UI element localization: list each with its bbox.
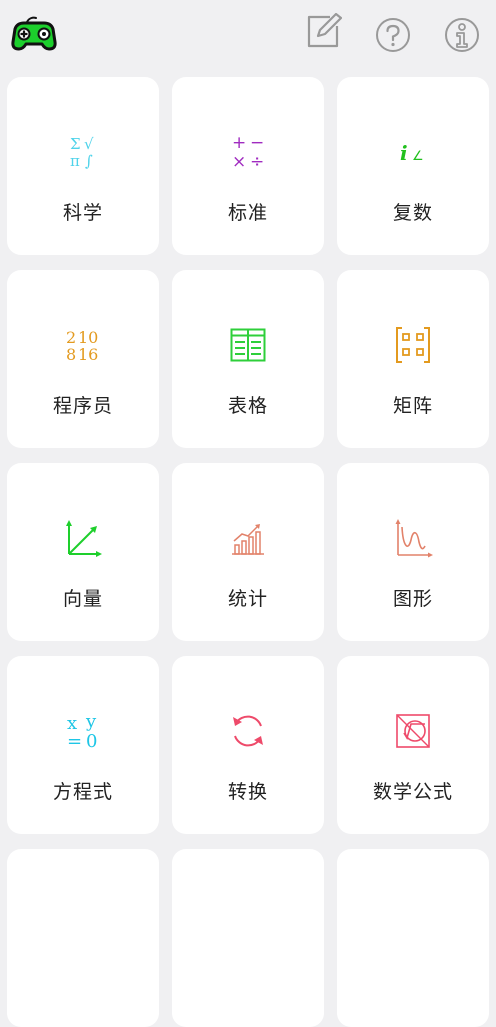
gamepad-icon[interactable] (11, 16, 57, 52)
card-label: 标准 (227, 202, 268, 224)
statistics-icon (226, 516, 270, 560)
card-graph[interactable]: 图形 (337, 463, 489, 641)
info-icon[interactable] (444, 17, 480, 53)
conversion-icon (226, 709, 270, 753)
card-label: 程序员 (52, 395, 113, 417)
card-label: 科学 (62, 202, 103, 224)
card-scientific[interactable]: Σ √ π ∫ 科学 (7, 77, 159, 255)
help-icon[interactable] (375, 17, 411, 53)
edit-icon[interactable] (306, 13, 342, 49)
svg-text:∠: ∠ (412, 149, 424, 164)
mode-grid: Σ √ π ∫ 科学 + − × ÷ 标准 i ∠ 复数 2 10 8 16 程… (7, 77, 489, 1027)
complex-number-icon: i ∠ (391, 130, 435, 174)
svg-text:×: × (232, 152, 246, 172)
card-label: 矩阵 (392, 395, 433, 417)
svg-text:=: = (67, 731, 82, 752)
graph-icon (391, 516, 435, 560)
svg-text:8: 8 (66, 345, 76, 364)
matrix-icon (391, 323, 435, 367)
equation-icon: x y = 0 (61, 709, 105, 753)
svg-text:y: y (85, 711, 97, 732)
card-label: 表格 (227, 395, 268, 417)
card-label: 数学公式 (372, 781, 453, 803)
card-equation[interactable]: x y = 0 方程式 (7, 656, 159, 834)
vector-icon (61, 516, 105, 560)
card-label: 方程式 (52, 781, 113, 803)
svg-text:+: + (232, 133, 246, 153)
card-label: 转换 (227, 781, 268, 803)
card-partial[interactable] (7, 849, 159, 1027)
svg-text:16: 16 (78, 345, 98, 364)
math-formula-icon (391, 709, 435, 753)
svg-text:÷: ÷ (250, 152, 264, 172)
card-conversion[interactable]: 转换 (172, 656, 324, 834)
programmer-icon: 2 10 8 16 (61, 323, 105, 367)
svg-text:π: π (70, 152, 80, 170)
standard-operators-icon: + − × ÷ (226, 130, 270, 174)
card-math-formula[interactable]: 数学公式 (337, 656, 489, 834)
card-label: 向量 (62, 588, 103, 610)
card-vector[interactable]: 向量 (7, 463, 159, 641)
card-partial[interactable] (172, 849, 324, 1027)
card-label: 图形 (392, 588, 433, 610)
card-table[interactable]: 表格 (172, 270, 324, 448)
card-label: 统计 (227, 588, 268, 610)
svg-text:∫: ∫ (85, 152, 93, 170)
card-label: 复数 (392, 202, 433, 224)
svg-text:−: − (250, 133, 264, 153)
svg-text:√: √ (84, 135, 94, 153)
svg-text:i: i (400, 141, 408, 165)
top-bar (0, 0, 496, 70)
table-icon (226, 323, 270, 367)
card-partial[interactable] (337, 849, 489, 1027)
svg-text:0: 0 (86, 731, 97, 752)
card-statistics[interactable]: 统计 (172, 463, 324, 641)
card-complex[interactable]: i ∠ 复数 (337, 77, 489, 255)
card-standard[interactable]: + − × ÷ 标准 (172, 77, 324, 255)
card-matrix[interactable]: 矩阵 (337, 270, 489, 448)
svg-text:Σ: Σ (70, 135, 81, 153)
card-programmer[interactable]: 2 10 8 16 程序员 (7, 270, 159, 448)
scientific-icon: Σ √ π ∫ (61, 130, 105, 174)
